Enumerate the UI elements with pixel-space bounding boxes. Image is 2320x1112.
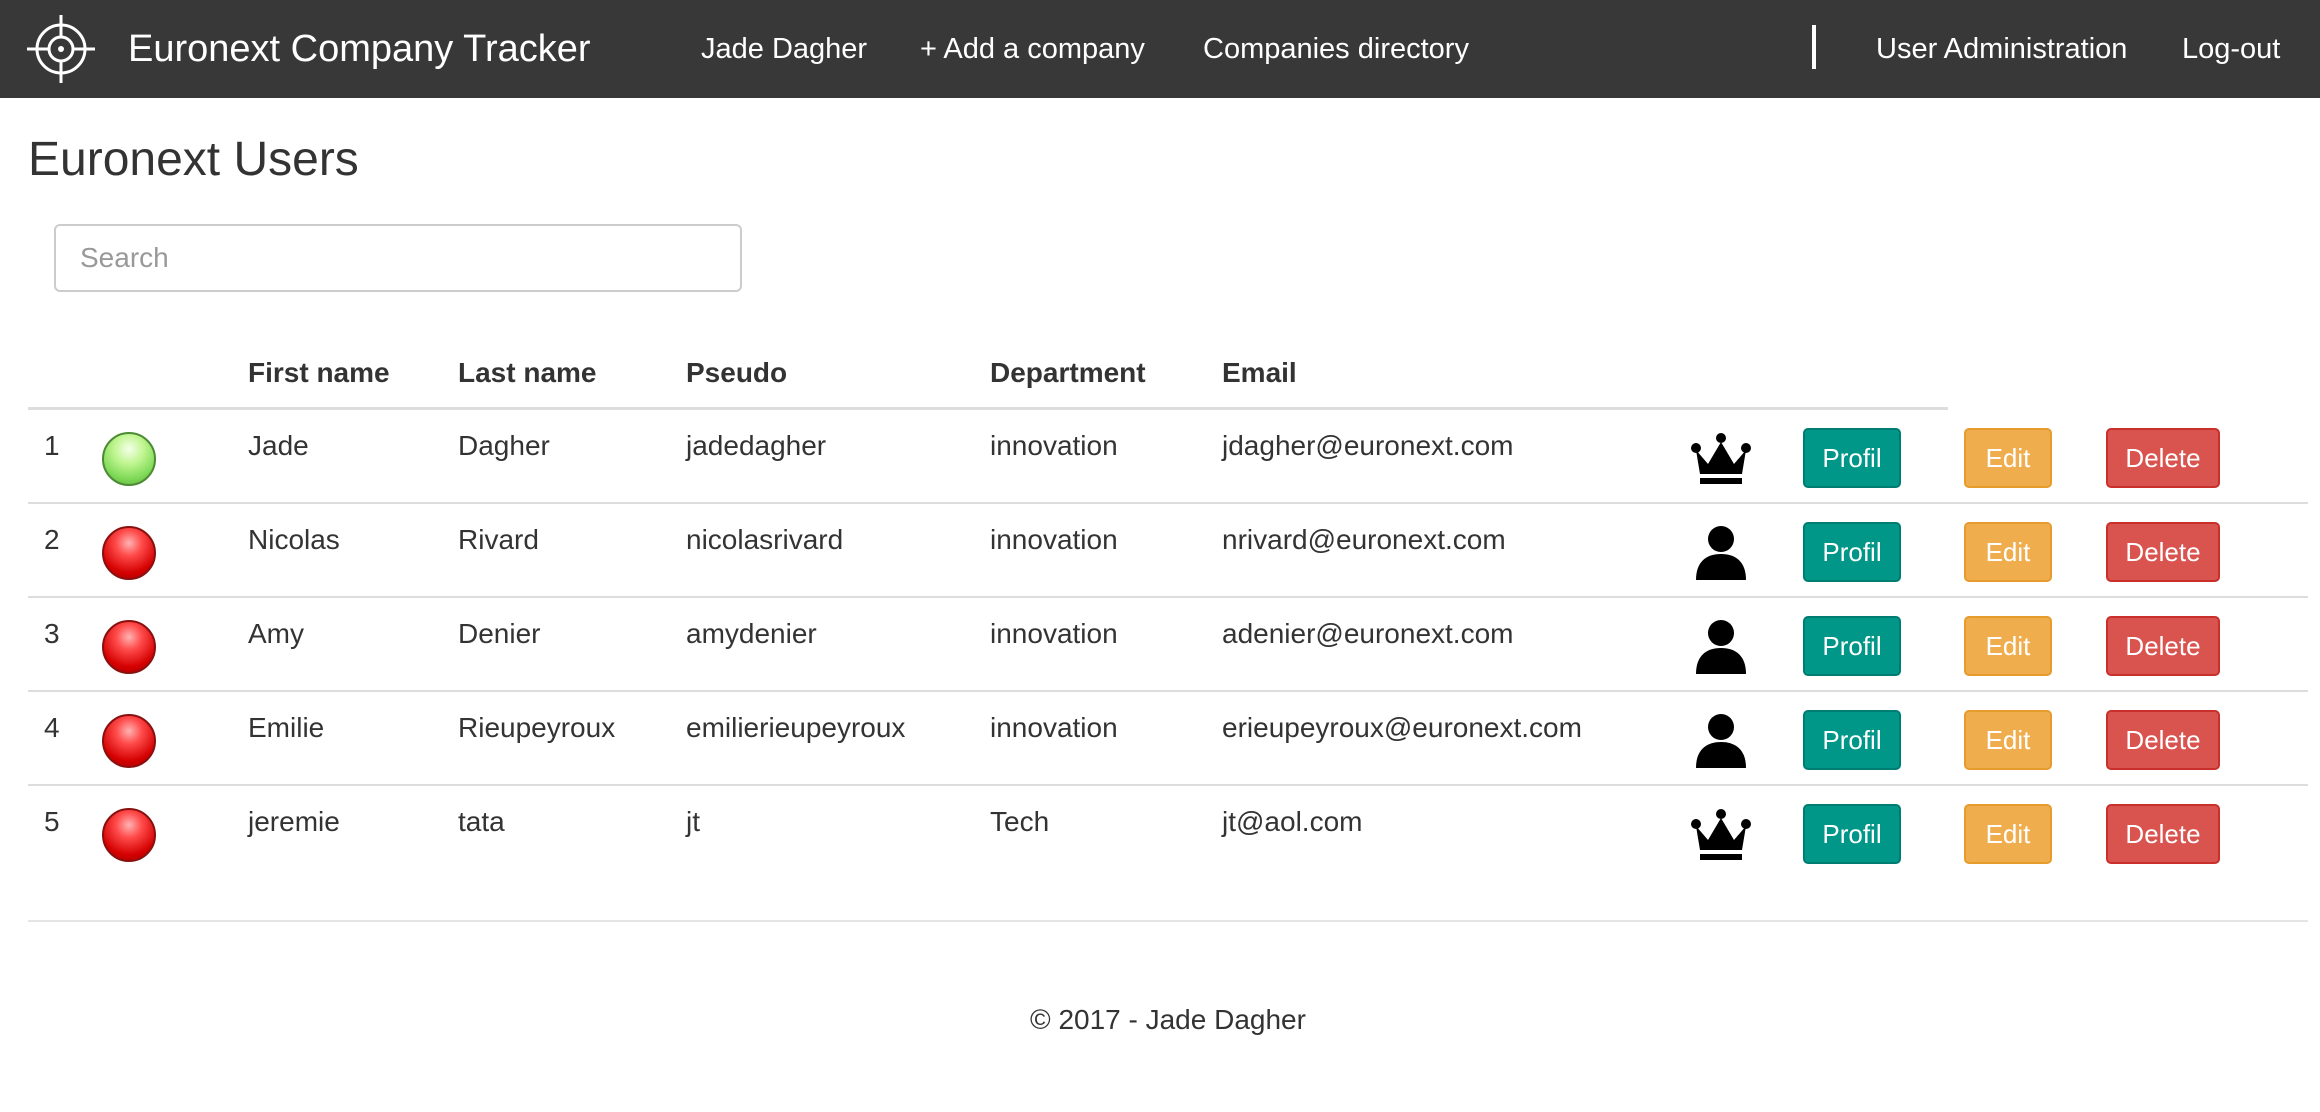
row-index: 2 <box>44 524 60 555</box>
status-offline-icon <box>102 714 156 768</box>
cell-department: innovation <box>990 712 1118 743</box>
row-index: 4 <box>44 712 60 743</box>
delete-button[interactable]: Delete <box>2106 616 2220 676</box>
header-department: Department <box>990 357 1146 388</box>
cell-department: innovation <box>990 430 1118 461</box>
header-pseudo: Pseudo <box>686 357 788 388</box>
profil-button[interactable]: Profil <box>1803 428 1901 488</box>
row-index: 1 <box>44 430 60 461</box>
user-icon <box>1696 526 1746 580</box>
cell-pseudo: nicolasrivard <box>686 524 844 555</box>
table-row: 5 jeremie tata jt Tech jt@aol.com Profil… <box>28 786 2308 880</box>
cell-department: innovation <box>990 524 1118 555</box>
edit-button[interactable]: Edit <box>1964 522 2052 582</box>
status-offline-icon <box>102 526 156 580</box>
footer-copyright: © 2017 - Jade Dagher <box>1030 1004 1306 1035</box>
delete-button[interactable]: Delete <box>2106 804 2220 864</box>
cell-department: innovation <box>990 618 1118 649</box>
crown-icon <box>1691 809 1751 860</box>
cell-pseudo: emilierieupeyroux <box>686 712 906 743</box>
row-index: 3 <box>44 618 60 649</box>
cell-email: jt@aol.com <box>1222 806 1363 837</box>
cell-email: jdagher@euronext.com <box>1222 430 1514 461</box>
page-title: Euronext Users <box>28 133 359 186</box>
cell-first-name: Emilie <box>248 712 325 743</box>
table-row: 3 Amy Denier amydenier innovation adenie… <box>28 598 2308 692</box>
profil-button[interactable]: Profil <box>1803 616 1901 676</box>
nav-divider <box>1812 25 1816 69</box>
delete-button[interactable]: Delete <box>2106 710 2220 770</box>
cell-last-name: tata <box>458 806 505 837</box>
edit-button[interactable]: Edit <box>1964 428 2052 488</box>
status-offline-icon <box>102 620 156 674</box>
cell-first-name: jeremie <box>248 806 340 837</box>
cell-last-name: Rivard <box>458 524 539 555</box>
cell-last-name: Dagher <box>458 430 550 461</box>
cell-pseudo: amydenier <box>686 618 817 649</box>
user-icon <box>1696 714 1746 768</box>
footer-divider <box>28 920 2308 922</box>
cell-last-name: Denier <box>458 618 541 649</box>
cell-first-name: Jade <box>248 430 309 461</box>
user-icon <box>1696 620 1746 674</box>
status-offline-icon <box>102 808 156 862</box>
target-crosshair-icon[interactable] <box>25 13 97 85</box>
table-row: 1 Jade Dagher jadedagher innovation jdag… <box>28 410 2308 504</box>
profil-button[interactable]: Profil <box>1803 804 1901 864</box>
table-row: 2 Nicolas Rivard nicolasrivard innovatio… <box>28 504 2308 598</box>
crown-icon <box>1691 433 1751 484</box>
brand-title[interactable]: Euronext Company Tracker <box>128 0 591 98</box>
profil-button[interactable]: Profil <box>1803 522 1901 582</box>
delete-button[interactable]: Delete <box>2106 522 2220 582</box>
row-index: 5 <box>44 806 60 837</box>
nav-link-user-administration[interactable]: User Administration <box>1876 0 2127 98</box>
edit-button[interactable]: Edit <box>1964 710 2052 770</box>
profil-button[interactable]: Profil <box>1803 710 1901 770</box>
cell-department: Tech <box>990 806 1050 837</box>
cell-first-name: Nicolas <box>248 524 340 555</box>
cell-email: erieupeyroux@euronext.com <box>1222 712 1582 743</box>
cell-pseudo: jadedagher <box>686 430 827 461</box>
cell-email: adenier@euronext.com <box>1222 618 1514 649</box>
table-row: 4 Emilie Rieupeyroux emilierieupeyroux i… <box>28 692 2308 786</box>
header-last-name: Last name <box>458 357 597 388</box>
search-input[interactable] <box>54 224 742 292</box>
nav-link-add-company[interactable]: + Add a company <box>920 0 1145 98</box>
edit-button[interactable]: Edit <box>1964 616 2052 676</box>
header-email: Email <box>1222 357 1297 388</box>
nav-link-user-name[interactable]: Jade Dagher <box>701 0 867 98</box>
cell-pseudo: jt <box>686 806 700 837</box>
header-first-name: First name <box>248 357 390 388</box>
top-navbar: Euronext Company Tracker Jade Dagher + A… <box>0 0 2320 98</box>
cell-first-name: Amy <box>248 618 304 649</box>
status-online-icon <box>102 432 156 486</box>
table-header: First name Last name Pseudo Department E… <box>28 336 1948 410</box>
cell-email: nrivard@euronext.com <box>1222 524 1506 555</box>
delete-button[interactable]: Delete <box>2106 428 2220 488</box>
users-table: First name Last name Pseudo Department E… <box>28 336 2308 880</box>
cell-last-name: Rieupeyroux <box>458 712 616 743</box>
edit-button[interactable]: Edit <box>1964 804 2052 864</box>
nav-link-logout[interactable]: Log-out <box>2182 0 2280 98</box>
nav-link-companies-directory[interactable]: Companies directory <box>1203 0 1469 98</box>
